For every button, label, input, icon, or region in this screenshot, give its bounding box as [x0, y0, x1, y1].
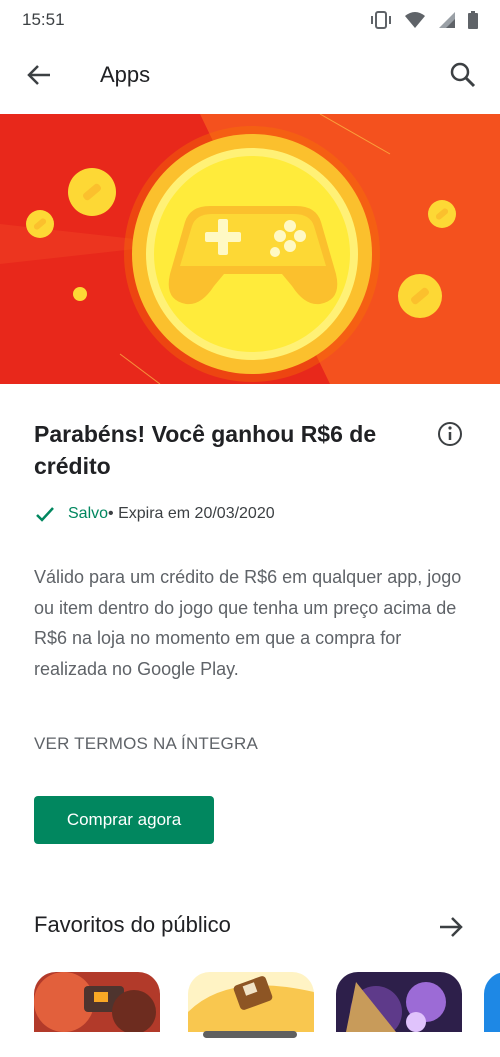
status-time: 15:51	[22, 10, 65, 29]
promo-banner	[0, 114, 500, 384]
buy-now-button[interactable]: Comprar agora	[34, 796, 214, 844]
app-thumbnail[interactable]	[336, 972, 462, 1032]
favorites-carousel	[0, 972, 500, 1032]
arrow-back-icon[interactable]	[24, 60, 54, 90]
battery-icon	[468, 11, 478, 29]
favorites-title: Favoritos do público	[34, 912, 231, 937]
saved-label: Salvo	[68, 505, 109, 522]
page-title: Apps	[100, 62, 151, 87]
status-icons	[370, 11, 478, 29]
status-bar: 15:51	[0, 0, 500, 40]
info-icon[interactable]	[436, 420, 464, 448]
offer-status: Salvo • Expira em 20/03/2020	[34, 503, 275, 525]
search-icon[interactable]	[448, 60, 478, 90]
check-icon	[36, 507, 54, 522]
offer-headline: Parabéns! Você ganhou R$6 de crédito	[34, 421, 377, 479]
offer-content: Parabéns! Você ganhou R$6 de crédito	[34, 418, 474, 482]
app-thumbnail[interactable]	[188, 972, 314, 1032]
terms-link[interactable]: VER TERMOS NA ÍNTEGRA	[34, 734, 258, 754]
offer-description: Válido para um crédito de R$6 em qualque…	[34, 567, 462, 679]
vibrate-icon	[371, 11, 391, 29]
gamepad-coin-icon	[0, 114, 500, 384]
app-bar: Apps	[0, 46, 500, 106]
signal-icon	[439, 12, 455, 28]
expires-text: • Expira em 20/03/2020	[108, 505, 275, 522]
gesture-navigation-bar[interactable]	[203, 1031, 297, 1038]
arrow-forward-icon[interactable]	[436, 912, 466, 942]
app-thumbnail[interactable]	[484, 972, 500, 1032]
wifi-icon	[405, 12, 425, 28]
app-thumbnail[interactable]	[34, 972, 160, 1032]
